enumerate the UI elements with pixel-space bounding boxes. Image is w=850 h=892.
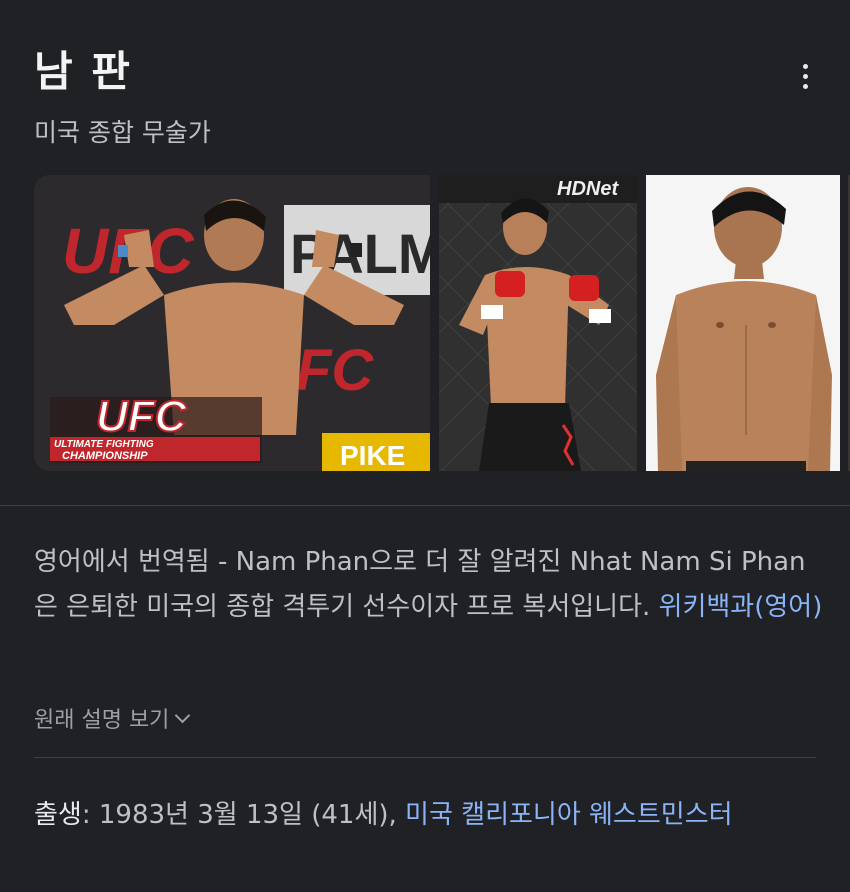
photo-weigh-in[interactable]: PALM UFC FC PIKE UFC ULTIMATE FIGH [34,175,430,471]
svg-text:CHAMPIONSHIP: CHAMPIONSHIP [62,450,148,462]
photo-fighting-stance[interactable]: HDNet [439,175,637,471]
network-logo: HDNet [557,178,619,200]
pike-text: PIKE [340,440,405,471]
born-fact: 출생: 1983년 3월 13일 (41세), 미국 캘리포니아 웨스트민스터 [34,793,824,837]
more-vert-icon [802,63,808,69]
born-label: 출생 [34,800,82,830]
image-gallery: PALM UFC FC PIKE UFC ULTIMATE FIGH [34,175,850,471]
section-divider [34,757,816,758]
svg-text:FC: FC [296,338,374,403]
knowledge-panel: 남 판 미국 종합 무술가 PALM UFC FC PIKE [0,0,850,892]
chevron-down-icon [175,707,191,723]
born-separator: : [81,800,91,830]
show-original-button[interactable]: 원래 설명 보기 [34,702,191,734]
entity-title: 남 판 [34,47,132,96]
description: 영어에서 번역됨 - Nam Phan으로 더 잘 알려진 Nhat Nam S… [34,540,824,630]
section-divider [0,505,850,506]
born-date: 1983년 3월 13일 (41세), [98,800,397,830]
svg-text:ULTIMATE FIGHTING: ULTIMATE FIGHTING [54,439,154,450]
born-place-link[interactable]: 미국 캘리포니아 웨스트민스터 [405,800,733,830]
entity-subtitle: 미국 종합 무술가 [34,118,211,147]
show-original-label: 원래 설명 보기 [34,708,170,733]
svg-text:UFC: UFC [96,392,188,441]
photo-portrait[interactable] [646,175,840,471]
more-options-button[interactable] [790,56,820,96]
wikipedia-link[interactable]: 위키백과(영어) [659,592,823,622]
